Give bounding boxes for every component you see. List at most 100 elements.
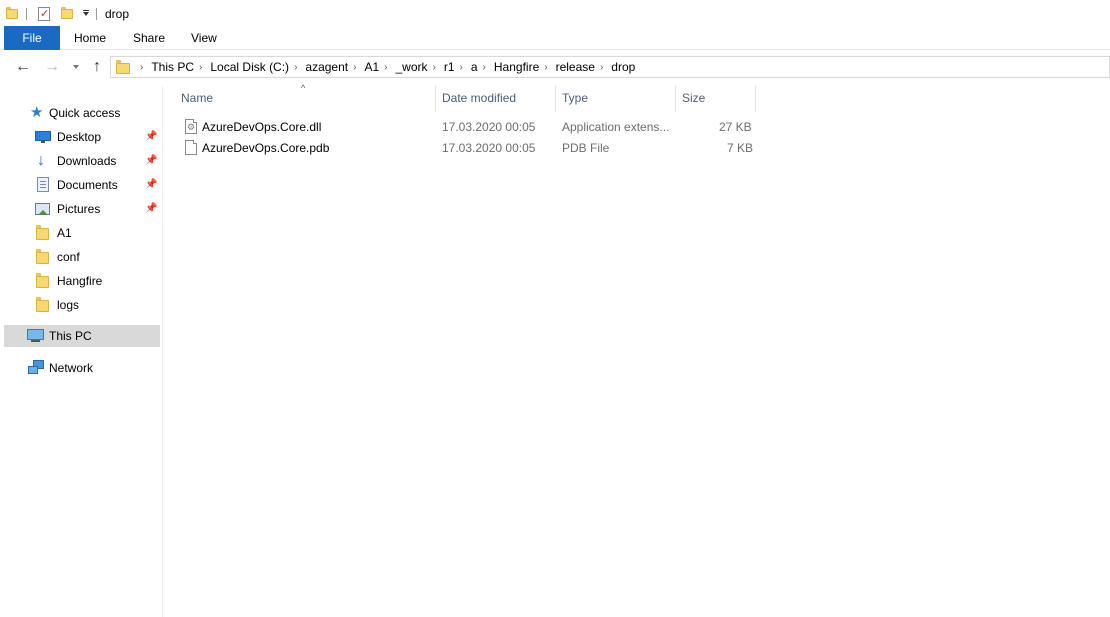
breadcrumb-release[interactable]: release	[556, 60, 595, 74]
breadcrumb-azagent[interactable]: azagent	[305, 60, 348, 74]
sidebar-item-desktop[interactable]: Desktop 📌	[4, 126, 160, 148]
sidebar-item-quick-access[interactable]: ★ Quick access	[4, 102, 160, 124]
sidebar-item-label: This PC	[49, 329, 92, 343]
new-folder-icon[interactable]	[61, 7, 73, 20]
sidebar-item-label: A1	[57, 226, 72, 240]
chevron-right-icon[interactable]: ›	[294, 62, 297, 73]
column-divider[interactable]	[555, 86, 556, 112]
chevron-right-icon[interactable]: ›	[140, 62, 143, 73]
breadcrumb-r1[interactable]: r1	[444, 60, 455, 74]
file-name: AzureDevOps.Core.pdb	[202, 141, 330, 155]
folder-icon	[116, 60, 130, 74]
breadcrumb-drop[interactable]: drop	[611, 60, 635, 74]
file-list: ^ Name Date modified Type Size ⚙ AzureDe…	[163, 83, 1110, 617]
folder-icon	[35, 225, 51, 241]
column-header-size[interactable]: Size	[682, 91, 705, 105]
sidebar-item-documents[interactable]: Documents 📌	[4, 174, 160, 196]
file-name: AzureDevOps.Core.dll	[202, 120, 322, 134]
chevron-right-icon[interactable]: ›	[600, 62, 603, 73]
sidebar-item-network[interactable]: Network	[4, 357, 160, 379]
chevron-right-icon[interactable]: ›	[199, 62, 202, 73]
tab-home[interactable]: Home	[74, 26, 106, 50]
file-size: 7 KB	[727, 141, 754, 155]
pin-icon[interactable]: 📌	[145, 203, 157, 215]
column-divider[interactable]	[755, 86, 756, 112]
folder-icon	[35, 273, 51, 289]
folder-icon	[35, 249, 51, 265]
navigation-pane: ★ Quick access Desktop 📌 ↓ Downloads 📌 D…	[4, 86, 162, 617]
chevron-right-icon[interactable]: ›	[460, 62, 463, 73]
sidebar-item-logs[interactable]: logs	[4, 294, 160, 316]
sidebar-item-label: Documents	[57, 178, 118, 192]
breadcrumb-work[interactable]: _work	[395, 60, 427, 74]
downloads-icon: ↓	[37, 152, 45, 169]
column-header-type[interactable]: Type	[562, 91, 588, 105]
documents-icon	[35, 177, 51, 193]
window-title: drop	[105, 7, 130, 21]
column-divider[interactable]	[435, 86, 436, 112]
tab-file[interactable]: File	[4, 26, 60, 50]
star-icon: ★	[30, 104, 44, 121]
sidebar-item-conf[interactable]: conf	[4, 246, 160, 268]
chevron-right-icon[interactable]: ›	[433, 62, 436, 73]
sidebar-item-this-pc[interactable]: This PC	[4, 325, 160, 347]
customize-toolbar-chevron-icon[interactable]	[81, 8, 91, 18]
tab-view[interactable]: View	[191, 26, 217, 50]
column-divider[interactable]	[675, 86, 676, 112]
address-bar[interactable]: › This PC › Local Disk (C:) › azagent › …	[110, 56, 1110, 78]
sidebar-item-label: Desktop	[57, 130, 102, 144]
forward-button[interactable]: →	[43, 58, 61, 76]
breadcrumb-a[interactable]: a	[471, 60, 478, 74]
breadcrumb-local-disk[interactable]: Local Disk (C:)	[210, 60, 289, 74]
pin-icon[interactable]: 📌	[145, 131, 157, 143]
ribbon-tabs: File Home Share View	[0, 26, 1110, 50]
folder-icon[interactable]	[6, 7, 18, 20]
file-date-modified: 17.03.2020 00:05	[442, 120, 536, 134]
breadcrumb: › This PC › Local Disk (C:) › azagent › …	[135, 57, 635, 77]
breadcrumb-hangfire[interactable]: Hangfire	[494, 60, 539, 74]
title-bar: ✓ drop	[0, 0, 1110, 26]
sidebar-item-label: Network	[49, 361, 94, 375]
sidebar-item-hangfire[interactable]: Hangfire	[4, 270, 160, 292]
sidebar-item-downloads[interactable]: ↓ Downloads 📌	[4, 150, 160, 172]
column-headers: ^ Name Date modified Type Size	[163, 83, 1110, 112]
back-button[interactable]: ←	[14, 58, 32, 76]
tab-share[interactable]: Share	[133, 26, 165, 50]
file-date-modified: 17.03.2020 00:05	[442, 141, 536, 155]
toolbar-separator	[96, 8, 97, 20]
folder-icon	[35, 297, 51, 313]
network-icon	[28, 360, 44, 376]
properties-icon[interactable]: ✓	[38, 7, 50, 21]
pin-icon[interactable]: 📌	[145, 179, 157, 191]
up-button[interactable]: ↑	[88, 58, 106, 76]
chevron-right-icon[interactable]: ›	[384, 62, 387, 73]
breadcrumb-a1[interactable]: A1	[364, 60, 379, 74]
file-type: Application extens...	[562, 120, 670, 134]
navigation-bar: ← → ↑ › This PC › Local Disk (C:) › azag…	[0, 52, 1110, 82]
file-type: PDB File	[562, 141, 610, 155]
pin-icon[interactable]: 📌	[145, 155, 157, 167]
toolbar-separator	[26, 8, 27, 20]
sidebar-item-label: conf	[57, 250, 80, 264]
table-row[interactable]: AzureDevOps.Core.pdb 17.03.2020 00:05 PD…	[179, 138, 759, 158]
chevron-right-icon[interactable]: ›	[353, 62, 356, 73]
sidebar-item-label: Pictures	[57, 202, 101, 216]
chevron-right-icon[interactable]: ›	[483, 62, 486, 73]
pictures-icon	[35, 201, 51, 217]
sidebar-item-label: Hangfire	[57, 274, 103, 288]
breadcrumb-this-pc[interactable]: This PC	[151, 60, 194, 74]
desktop-icon	[35, 129, 51, 145]
recent-locations-button[interactable]	[72, 60, 80, 74]
dll-file-icon: ⚙	[185, 119, 197, 134]
column-header-name[interactable]: Name	[181, 91, 213, 105]
chevron-right-icon[interactable]: ›	[544, 62, 547, 73]
sidebar-item-label: Quick access	[49, 106, 121, 120]
sort-ascending-icon: ^	[301, 83, 306, 93]
file-size: 27 KB	[719, 120, 752, 134]
sidebar-item-pictures[interactable]: Pictures 📌	[4, 198, 160, 220]
sidebar-item-a1[interactable]: A1	[4, 222, 160, 244]
column-header-date-modified[interactable]: Date modified	[442, 91, 516, 105]
table-row[interactable]: ⚙ AzureDevOps.Core.dll 17.03.2020 00:05 …	[179, 117, 759, 137]
file-icon	[185, 140, 197, 155]
sidebar-item-label: Downloads	[57, 154, 117, 168]
